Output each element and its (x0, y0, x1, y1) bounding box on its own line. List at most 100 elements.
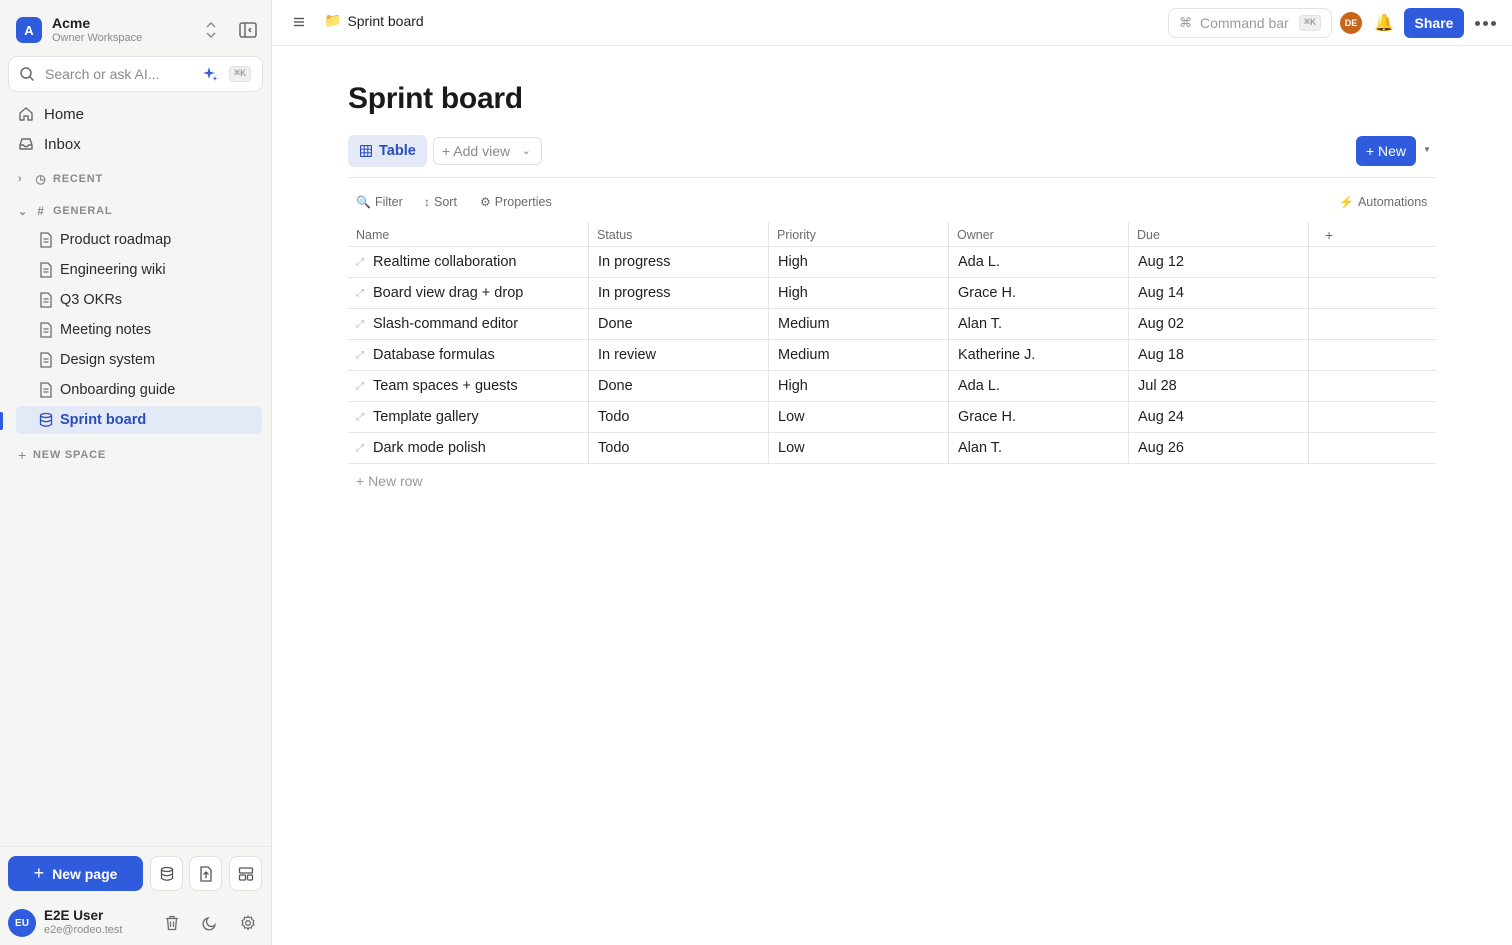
cell-owner[interactable]: Ada L. (948, 371, 1128, 401)
cell-due[interactable]: Aug 24 (1128, 402, 1308, 432)
gear-icon[interactable] (238, 913, 258, 933)
section-general[interactable]: ⌄ # GENERAL (18, 201, 112, 221)
column-header-name[interactable]: Name (348, 222, 588, 247)
expand-icon[interactable]: ⤢ (352, 350, 368, 361)
workspace-subtitle: Owner Workspace (52, 31, 143, 44)
add-view-button[interactable]: + Add view ⌄ (433, 137, 542, 165)
search-icon: 🔍 (356, 195, 371, 209)
cell-name[interactable]: ⤢ Dark mode polish (348, 433, 588, 463)
cell-name[interactable]: ⤢ Team spaces + guests (348, 371, 588, 401)
search-bar[interactable]: ⌘K (8, 56, 263, 92)
cell-owner[interactable]: Grace H. (948, 402, 1128, 432)
cell-name[interactable]: ⤢ Realtime collaboration (348, 247, 588, 277)
ai-sparkle-icon[interactable] (202, 66, 218, 82)
hamburger-menu-icon[interactable] (292, 15, 306, 29)
cell-name[interactable]: ⤢ Database formulas (348, 340, 588, 370)
cell-priority[interactable]: High (768, 247, 948, 277)
table-row[interactable]: ⤢ Realtime collaboration In progress High… (348, 247, 1436, 278)
table-row[interactable]: ⤢ Dark mode polish Todo Low Alan T. Aug 2… (348, 433, 1436, 464)
new-database-button[interactable] (150, 856, 183, 891)
expand-icon[interactable]: ⤢ (352, 381, 368, 392)
expand-icon[interactable]: ⤢ (352, 288, 368, 299)
trash-icon[interactable] (162, 913, 182, 933)
workspace-switcher[interactable]: A Acme Owner Workspace (16, 14, 260, 46)
tab-table[interactable]: Table (348, 135, 427, 167)
sort-button[interactable]: ↕ Sort (424, 193, 457, 211)
table-row[interactable]: ⤢ Slash-command editor Done Medium Alan T… (348, 309, 1436, 340)
filter-button[interactable]: 🔍 Filter (356, 193, 403, 211)
cell-owner[interactable]: Alan T. (948, 309, 1128, 339)
templates-button[interactable] (229, 856, 262, 891)
column-header-owner[interactable]: Owner (948, 222, 1128, 247)
table-row[interactable]: ⤢ Team spaces + guests Done High Ada L. J… (348, 371, 1436, 402)
cell-priority[interactable]: High (768, 371, 948, 401)
cell-name[interactable]: ⤢ Template gallery (348, 402, 588, 432)
cell-status[interactable]: Todo (588, 402, 768, 432)
cell-owner[interactable]: Katherine J. (948, 340, 1128, 370)
new-space-button[interactable]: + NEW SPACE (18, 445, 106, 465)
expand-icon[interactable]: ⤢ (352, 443, 368, 454)
section-recent[interactable]: › ◷ RECENT (18, 169, 103, 189)
import-button[interactable] (189, 856, 222, 891)
table-row[interactable]: ⤢ Database formulas In review Medium Kath… (348, 340, 1436, 371)
nav-inbox[interactable]: Inbox (16, 130, 262, 158)
cell-owner[interactable]: Ada L. (948, 247, 1128, 277)
expand-icon[interactable]: ⤢ (352, 319, 368, 330)
cell-status[interactable]: Done (588, 309, 768, 339)
properties-button[interactable]: ⚙ Properties (480, 193, 552, 211)
new-record-button[interactable]: + New (1356, 136, 1416, 166)
cell-due[interactable]: Aug 14 (1128, 278, 1308, 308)
cell-priority[interactable]: Low (768, 433, 948, 463)
automations-button[interactable]: ⚡ Automations (1339, 193, 1427, 211)
cell-status[interactable]: Todo (588, 433, 768, 463)
expand-icon[interactable]: ⤢ (352, 257, 368, 268)
collaborator-avatar[interactable]: DE (1340, 12, 1362, 34)
column-header-due[interactable]: Due (1128, 222, 1308, 247)
search-input[interactable] (45, 66, 185, 82)
moon-icon[interactable] (200, 913, 220, 933)
cell-due[interactable]: Aug 02 (1128, 309, 1308, 339)
cell-status[interactable]: Done (588, 371, 768, 401)
cell-priority[interactable]: Medium (768, 309, 948, 339)
add-column-button[interactable]: + (1308, 222, 1436, 247)
cell-name[interactable]: ⤢ Slash-command editor (348, 309, 588, 339)
cell-due[interactable]: Jul 28 (1128, 371, 1308, 401)
column-header-priority[interactable]: Priority (768, 222, 948, 247)
collapse-sidebar-icon[interactable] (238, 20, 258, 40)
cell-owner[interactable]: Grace H. (948, 278, 1128, 308)
cell-status[interactable]: In progress (588, 247, 768, 277)
sidebar-item-q3-okrs[interactable]: Q3 OKRs (16, 286, 262, 314)
cell-status[interactable]: In review (588, 340, 768, 370)
cell-priority[interactable]: Medium (768, 340, 948, 370)
sidebar-item-onboarding-guide[interactable]: Onboarding guide (16, 376, 262, 404)
expand-icon[interactable]: ⤢ (352, 412, 368, 423)
new-page-button[interactable]: + New page (8, 856, 143, 891)
bell-icon[interactable]: 🔔 (1373, 12, 1395, 34)
user-profile[interactable]: EU E2E User e2e@rodeo.test (8, 907, 268, 939)
caret-down-icon[interactable]: ▼ (1423, 145, 1431, 154)
new-row-button[interactable]: + New row (356, 473, 423, 489)
sidebar-item-meeting-notes[interactable]: Meeting notes (16, 316, 262, 344)
nav-home[interactable]: Home (16, 100, 262, 128)
share-button[interactable]: Share (1404, 8, 1464, 38)
cell-due[interactable]: Aug 26 (1128, 433, 1308, 463)
command-bar[interactable]: ⌘ Command bar ⌘K (1168, 8, 1332, 38)
sidebar-item-engineering-wiki[interactable]: Engineering wiki (16, 256, 262, 284)
chevron-up-down-icon[interactable] (204, 20, 218, 40)
breadcrumb[interactable]: 📁 Sprint board (324, 12, 424, 29)
sidebar-item-product-roadmap[interactable]: Product roadmap (16, 226, 262, 254)
sidebar-item-design-system[interactable]: Design system (16, 346, 262, 374)
cell-priority[interactable]: High (768, 278, 948, 308)
table-row[interactable]: ⤢ Template gallery Todo Low Grace H. Aug … (348, 402, 1436, 433)
table-row[interactable]: ⤢ Board view drag + drop In progress High… (348, 278, 1436, 309)
column-header-status[interactable]: Status (588, 222, 768, 247)
cell-status[interactable]: In progress (588, 278, 768, 308)
sidebar-item-sprint-board[interactable]: Sprint board (16, 406, 262, 434)
more-options-icon[interactable] (1472, 12, 1498, 34)
cell-owner[interactable]: Alan T. (948, 433, 1128, 463)
cell-due[interactable]: Aug 18 (1128, 340, 1308, 370)
cell-priority[interactable]: Low (768, 402, 948, 432)
page-title[interactable]: Sprint board (348, 82, 523, 116)
cell-due[interactable]: Aug 12 (1128, 247, 1308, 277)
cell-name[interactable]: ⤢ Board view drag + drop (348, 278, 588, 308)
